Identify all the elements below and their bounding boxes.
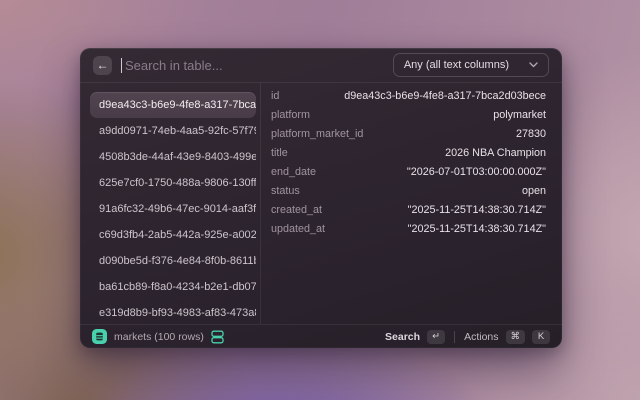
field-name: end_date	[271, 166, 316, 178]
list-item[interactable]: d090be5d-f376-4e84-8f0b-8611b6f...	[90, 248, 256, 274]
search-action-label: Search	[385, 331, 420, 343]
field-value: "2026-07-01T03:00:00.000Z"	[407, 166, 546, 178]
database-icon[interactable]	[211, 330, 224, 344]
list-item[interactable]: a9dd0971-74eb-4aa5-92fc-57f79e5...	[90, 118, 256, 144]
column-filter-value: Any (all text columns)	[404, 59, 509, 71]
search-input[interactable]	[125, 58, 384, 73]
field-name: updated_at	[271, 223, 325, 235]
list-item[interactable]: e319d8b9-bf93-4983-af83-473a89...	[90, 300, 256, 326]
back-button[interactable]: ←	[93, 56, 112, 75]
return-key-badge: ↵	[427, 330, 445, 344]
field-name: title	[271, 147, 288, 159]
list-item[interactable]: ba61cb89-f8a0-4234-b2e1-db07a6...	[90, 274, 256, 300]
table-search-modal: ← Any (all text columns) d9ea43c3-b6e9-4…	[80, 48, 562, 348]
list-item[interactable]: 4508b3de-44af-43e9-8403-499e2...	[90, 144, 256, 170]
arrow-left-icon: ←	[97, 58, 109, 72]
field-value: 2026 NBA Champion	[445, 147, 546, 159]
field-value: open	[522, 185, 546, 197]
field-value: polymarket	[493, 109, 546, 121]
list-item[interactable]: d9ea43c3-b6e9-4fe8-a317-7bca2d...	[90, 92, 256, 118]
search-bar: ← Any (all text columns)	[80, 48, 562, 83]
detail-row: updated_at "2025-11-25T14:38:30.714Z"	[271, 219, 546, 238]
field-name: id	[271, 90, 279, 102]
detail-row: platform_market_id 27830	[271, 124, 546, 143]
field-name: platform_market_id	[271, 128, 363, 140]
detail-row: created_at "2025-11-25T14:38:30.714Z"	[271, 200, 546, 219]
text-cursor	[121, 58, 122, 73]
field-name: status	[271, 185, 300, 197]
results-list: d9ea43c3-b6e9-4fe8-a317-7bca2d... a9dd09…	[80, 83, 261, 324]
table-icon	[92, 329, 107, 344]
content-area: d9ea43c3-b6e9-4fe8-a317-7bca2d... a9dd09…	[80, 83, 562, 324]
field-value: d9ea43c3-b6e9-4fe8-a317-7bca2d03bece	[344, 90, 546, 102]
statusbar-divider	[454, 331, 455, 343]
field-name: platform	[271, 109, 310, 121]
list-item[interactable]: c69d3fb4-2ab5-442a-925e-a002ad...	[90, 222, 256, 248]
list-item[interactable]: 91a6fc32-49b6-47ec-9014-aaf3fcf0...	[90, 196, 256, 222]
detail-row: platform polymarket	[271, 105, 546, 124]
column-filter-select[interactable]: Any (all text columns)	[393, 53, 549, 77]
detail-row: title 2026 NBA Champion	[271, 143, 546, 162]
command-key-badge: ⌘	[506, 330, 526, 344]
detail-row: status open	[271, 181, 546, 200]
detail-row: end_date "2026-07-01T03:00:00.000Z"	[271, 162, 546, 181]
actions-label[interactable]: Actions	[464, 331, 498, 343]
chevron-down-icon	[529, 62, 538, 68]
record-detail: id d9ea43c3-b6e9-4fe8-a317-7bca2d03bece …	[261, 83, 562, 324]
detail-row: id d9ea43c3-b6e9-4fe8-a317-7bca2d03bece	[271, 86, 546, 105]
field-value: "2025-11-25T14:38:30.714Z"	[408, 204, 546, 216]
field-value: "2025-11-25T14:38:30.714Z"	[408, 223, 546, 235]
k-key-badge: K	[532, 330, 550, 344]
field-name: created_at	[271, 204, 322, 216]
table-row-count: markets (100 rows)	[114, 331, 204, 343]
list-item[interactable]: 625e7cf0-1750-488a-9806-130ffd6...	[90, 170, 256, 196]
field-value: 27830	[516, 128, 546, 140]
status-bar: markets (100 rows) Search ↵ Actions ⌘ K	[80, 324, 562, 348]
